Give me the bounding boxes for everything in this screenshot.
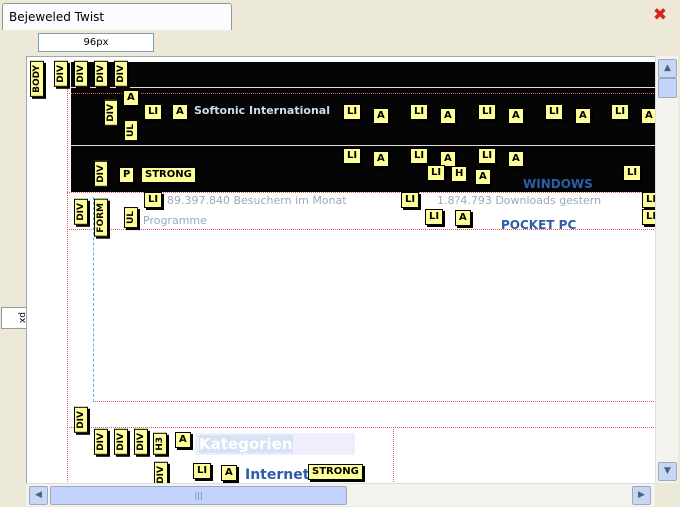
scroll-down-button[interactable]: ▼ xyxy=(658,462,677,481)
tag-a: A xyxy=(508,108,524,124)
nav-link-softonic[interactable]: Softonic International xyxy=(194,104,330,117)
scroll-corner xyxy=(655,483,680,507)
tag-a: A xyxy=(475,169,491,185)
tag-div: DIV xyxy=(154,462,168,484)
outline xyxy=(67,427,656,428)
tag-li: LI xyxy=(410,104,429,120)
tag-li: LI xyxy=(545,104,564,120)
tag-a: A xyxy=(373,151,389,167)
vertical-scrollbar[interactable]: ▲ ▼ xyxy=(655,56,678,483)
outline xyxy=(67,93,656,94)
tag-p: P xyxy=(119,167,135,183)
tag-strong: STRONG xyxy=(308,464,363,480)
tag-div: DIV xyxy=(114,61,128,87)
tag-div: DIV xyxy=(114,429,128,455)
ruler: 96px xyxy=(0,30,680,54)
outline xyxy=(67,62,68,484)
tag-a: A xyxy=(221,465,237,481)
horizontal-scrollbar[interactable]: ◀ ||| ▶ xyxy=(26,483,655,506)
tag-div: DIV xyxy=(134,429,148,455)
tag-div: DIV xyxy=(54,61,68,87)
page-preview: BODY DIV DIV DIV DIV DIV UL DIV DIV FORM… xyxy=(26,56,657,485)
tag-a: A xyxy=(172,104,188,120)
divider xyxy=(71,145,656,146)
tag-li: LI xyxy=(425,209,444,225)
tag-div: DIV xyxy=(74,407,88,433)
tag-a: A xyxy=(123,90,139,106)
tab-bejeweled-twist[interactable]: Bejeweled Twist xyxy=(2,3,232,30)
tag-li: LI xyxy=(401,192,420,208)
tag-li: LI xyxy=(478,148,497,164)
close-icon[interactable]: ✖ xyxy=(651,6,669,24)
tag-li: LI xyxy=(144,104,163,120)
tag-ul: UL xyxy=(124,207,138,229)
tag-li: LI xyxy=(410,148,429,164)
horizontal-scroll-thumb[interactable]: ||| xyxy=(50,486,347,505)
tag-a: A xyxy=(373,108,389,124)
tag-li: LI xyxy=(427,165,446,181)
downloads-text: 1.8?4.793 Downloads gestern xyxy=(437,194,602,207)
tag-div: DIV xyxy=(94,61,108,87)
vertical-scroll-thumb[interactable] xyxy=(658,78,677,98)
internet-link[interactable]: Internet xyxy=(245,467,309,483)
tag-a: A xyxy=(175,432,191,448)
tag-a: A xyxy=(575,108,591,124)
scroll-left-button[interactable]: ◀ xyxy=(29,486,48,505)
kategorien-heading: Kategorien xyxy=(199,435,293,453)
stats-text: 89.397.840 Besuchern im Monat xyxy=(167,194,347,207)
tag-a: A xyxy=(508,151,524,167)
vertical-ruler-label: px xyxy=(1,307,27,329)
tag-li: LI xyxy=(343,104,362,120)
tag-a: A xyxy=(440,108,456,124)
tag-a: A xyxy=(455,210,471,226)
tag-ul: UL xyxy=(124,120,138,142)
tag-li: LI xyxy=(623,165,642,181)
ruler-width-field[interactable]: 96px xyxy=(38,33,154,52)
tag-li: LI xyxy=(478,104,497,120)
tag-form: FORM xyxy=(94,199,108,237)
tag-div: DIV xyxy=(74,61,88,87)
programme-text: Programme xyxy=(143,214,207,227)
tag-strong: STRONG xyxy=(141,167,196,183)
outline xyxy=(93,401,656,402)
outline xyxy=(393,429,394,484)
tag-body: BODY xyxy=(30,61,44,97)
tag-h3: H3 xyxy=(153,433,167,455)
tag-div: DIV xyxy=(94,429,108,455)
divider xyxy=(71,87,656,88)
pocket-pc-link[interactable]: POCKET PC xyxy=(501,218,576,232)
scroll-up-button[interactable]: ▲ xyxy=(658,59,677,78)
tag-li: LI xyxy=(611,104,630,120)
scroll-right-button[interactable]: ▶ xyxy=(632,486,651,505)
windows-link[interactable]: WINDOWS xyxy=(523,177,593,191)
tag-div: DIV xyxy=(74,199,88,225)
tag-div: DIV xyxy=(94,161,108,187)
tag-div: DIV xyxy=(104,100,118,126)
tag-h: H xyxy=(451,166,468,182)
tag-li: LI xyxy=(144,192,163,208)
tag-li: LI xyxy=(343,148,362,164)
tab-bar: Bejeweled Twist ✖ xyxy=(0,0,680,31)
tag-li: LI xyxy=(193,463,212,479)
